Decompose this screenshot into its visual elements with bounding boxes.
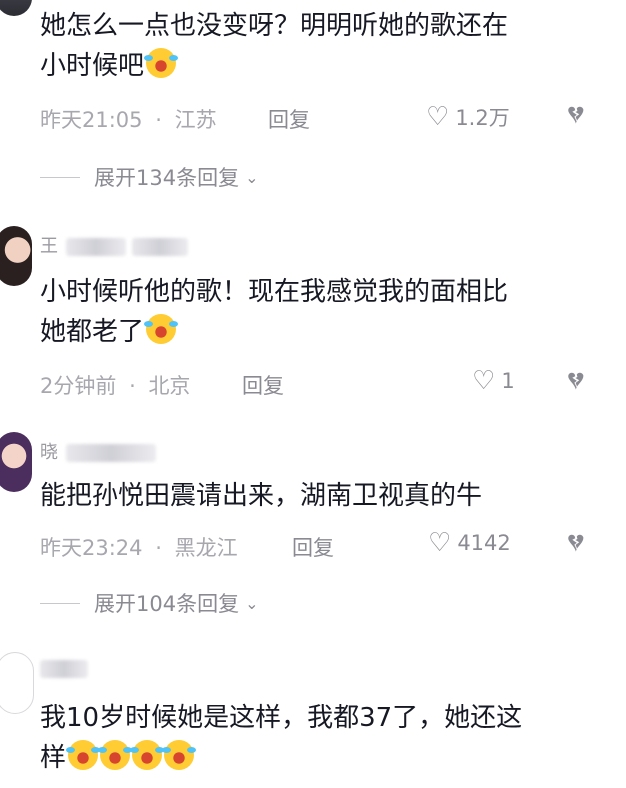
comment-time: 昨天23:24	[40, 536, 143, 560]
username-blur	[65, 444, 156, 462]
meta-separator: ·	[155, 108, 162, 132]
laugh-cry-emoji-icon	[130, 740, 165, 770]
comment-text: 小时候听他的歌！现在我感觉我的面相比 她都老了	[40, 277, 509, 347]
laugh-cry-emoji-icon	[144, 48, 179, 78]
chevron-down-icon: ⌄	[245, 167, 259, 187]
broken-heart-icon[interactable]: 💔︎	[568, 530, 584, 556]
like-count: 1.2万	[455, 106, 510, 130]
like-count: 1	[501, 369, 515, 393]
expand-replies-button[interactable]: 展开104条回复 ⌄	[40, 588, 259, 618]
laugh-cry-emoji-icon	[66, 740, 101, 770]
comment-text: 她怎么一点也没变呀？明明听她的歌还在 小时候吧	[40, 11, 509, 81]
like-button[interactable]: ♡ 4142	[428, 530, 511, 556]
chevron-down-icon: ⌄	[245, 593, 259, 613]
comment-time: 昨天21:05	[40, 108, 143, 132]
username[interactable]: 晓	[40, 438, 156, 464]
comment-meta: 昨天21:05 · 江苏	[40, 104, 217, 134]
like-count: 4142	[457, 531, 511, 555]
heart-outline-icon: ♡	[472, 366, 496, 396]
comment-location: 黑龙江	[174, 536, 238, 560]
reply-button[interactable]: 回复	[292, 532, 334, 562]
like-button[interactable]: ♡ 1.2万	[426, 102, 510, 132]
username[interactable]	[40, 658, 88, 679]
comment-location: 北京	[148, 374, 191, 398]
reply-button[interactable]: 回复	[242, 370, 284, 400]
meta-separator: ·	[155, 536, 162, 560]
avatar[interactable]	[0, 0, 32, 16]
laugh-cry-emoji-icon	[98, 740, 133, 770]
comment-text: 我10岁时候她是这样，我都37了，她还这 样	[40, 703, 523, 773]
avatar[interactable]	[0, 652, 34, 714]
broken-heart-icon[interactable]: 💔︎	[568, 368, 584, 394]
reply-button[interactable]: 回复	[268, 104, 310, 134]
username-blur	[132, 238, 189, 256]
comment-location: 江苏	[174, 108, 217, 132]
comment-meta: 昨天23:24 · 黑龙江	[40, 532, 238, 562]
username-blur	[40, 660, 88, 678]
expand-replies-button[interactable]: 展开134条回复 ⌄	[40, 162, 259, 192]
avatar[interactable]	[0, 432, 32, 492]
expand-replies-label: 展开134条回复	[94, 166, 240, 190]
laugh-cry-emoji-icon	[162, 740, 197, 770]
broken-heart-icon[interactable]: 💔︎	[568, 102, 584, 128]
heart-outline-icon: ♡	[426, 102, 450, 132]
heart-outline-icon: ♡	[428, 528, 452, 558]
meta-separator: ·	[129, 374, 136, 398]
avatar[interactable]	[0, 226, 32, 286]
divider	[40, 176, 80, 178]
comment-text: 能把孙悦田震请出来，湖南卫视真的牛	[40, 481, 483, 511]
comment-meta: 2分钟前 · 北京	[40, 370, 190, 400]
username-blur	[65, 238, 126, 256]
divider	[40, 602, 80, 604]
laugh-cry-emoji-icon	[144, 314, 179, 344]
like-button[interactable]: ♡ 1	[472, 368, 515, 394]
username[interactable]: 王	[40, 232, 189, 258]
expand-replies-label: 展开104条回复	[94, 592, 240, 616]
comment-time: 2分钟前	[40, 374, 117, 398]
